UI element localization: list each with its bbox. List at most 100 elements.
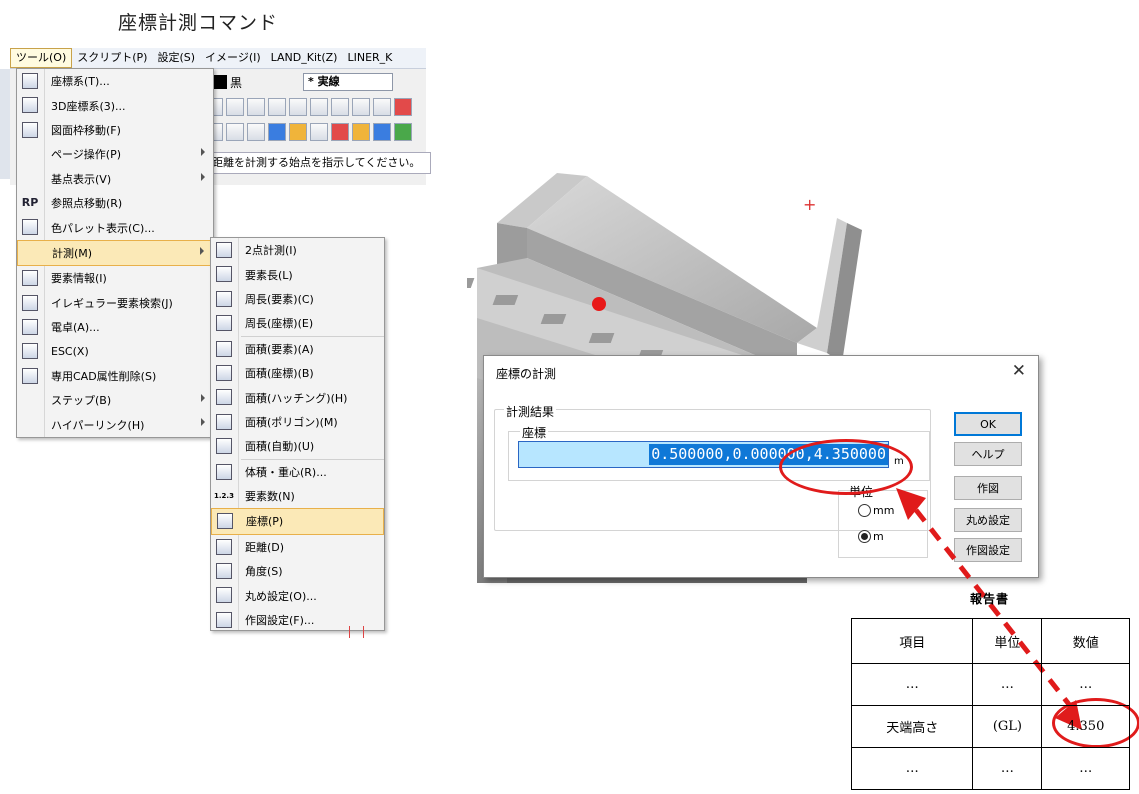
tool-button-18[interactable] [352,123,370,141]
menu-item-label: 電卓(A)... [51,321,100,335]
menu-item[interactable]: 周長(座標)(E) [211,311,384,335]
menu-item[interactable]: RP 参照点移動(R) [17,191,213,215]
tool-button-16[interactable] [310,123,328,141]
menu-item[interactable]: 角度(S) [211,559,384,583]
menu-item[interactable]: 面積(ハッチング)(H) [211,385,384,409]
coordinate-icon [217,513,233,530]
crosshair-marker: + [803,195,817,214]
tool-button-8[interactable] [352,98,370,116]
volume-icon [216,463,232,480]
menu-item[interactable]: ESC(X) [17,339,213,363]
tool-button-4[interactable] [268,98,286,116]
menu-item[interactable]: 座標(P) [211,508,384,535]
header-value: 数値 [1041,618,1130,664]
help-button[interactable]: ヘルプ [954,442,1022,466]
radio-m[interactable] [858,530,871,543]
linetype-combo[interactable]: * 実線 [303,73,393,91]
menu-item[interactable]: 体積・重心(R)... [211,460,384,484]
submenu-arrow-icon [201,148,205,157]
header-item: 項目 [850,618,974,664]
header-unit: 単位 [972,618,1043,664]
menu-item[interactable]: ページ操作(P) [17,142,213,166]
tool-button-9[interactable] [373,98,391,116]
area-hatch-icon [216,389,232,406]
cell-unit: … [972,747,1043,790]
tool-button-10[interactable] [394,98,412,116]
menu-item-label: 参照点移動(R) [51,197,123,211]
perimeter-icon [216,290,232,307]
ok-button[interactable]: OK [954,412,1022,436]
menu-item[interactable]: 1.2.3 要素数(N) [211,484,384,508]
menu-item-label: 体積・重心(R)... [245,465,327,479]
cursor-mark [349,626,350,638]
tool-button-7[interactable] [331,98,349,116]
menu-item-label: 作図設定(F)... [245,614,315,628]
submenu-arrow-icon [201,172,205,181]
menu-item[interactable]: 作図設定(F)... [211,608,384,632]
tool-button-15[interactable] [289,123,307,141]
menu-item[interactable]: 座標系(T)... [17,69,213,93]
tool-button-20[interactable] [394,123,412,141]
menu-item-label: 基点表示(V) [51,172,112,186]
tool-button-2[interactable] [226,98,244,116]
menu-item-label: 専用CAD属性削除(S) [51,369,157,383]
menu-item-label: ハイパーリンク(H) [51,418,145,432]
close-icon[interactable]: ✕ [1012,361,1026,381]
palette-icon [22,219,38,236]
menu-item[interactable]: 計測(M) [17,239,213,267]
info-icon [22,270,38,287]
tool-button-13[interactable] [247,123,265,141]
count-icon: 1.2.3 [214,491,234,500]
radio-mm[interactable] [858,504,871,517]
rp-icon: RP [21,196,39,210]
menu-item[interactable]: ハイパーリンク(H) [17,412,213,436]
tool-button-12[interactable] [226,123,244,141]
tool-button-6[interactable] [310,98,328,116]
perimeter-coord-icon [216,315,232,332]
menu-item[interactable]: 2点計測(I) [211,238,384,262]
tool-button-14[interactable] [268,123,286,141]
tool-button-3[interactable] [247,98,265,116]
menu-land-kit[interactable]: LAND_Kit(Z) [266,49,343,67]
tool-button-19[interactable] [373,123,391,141]
menu-liner-kit[interactable]: LINER_K [342,49,397,67]
menu-item[interactable]: 図面枠移動(F) [17,118,213,142]
menu-item[interactable]: 専用CAD属性削除(S) [17,364,213,388]
color-label: 黒 [230,75,243,90]
menu-item[interactable]: 周長(要素)(C) [211,287,384,311]
length-icon [216,266,232,283]
menu-item-label: 図面枠移動(F) [51,123,121,137]
axes3d-icon [22,97,38,114]
menu-script[interactable]: スクリプト(P) [72,49,152,67]
menu-item-label: 丸め設定(O)... [245,589,317,603]
frame-icon [22,121,38,138]
menu-item[interactable]: 色パレット表示(C)... [17,215,213,239]
menu-item[interactable]: 面積(座標)(B) [211,361,384,385]
tools-menu: 座標系(T)... 3D座標系(3)... 図面枠移動(F) ページ操作(P) 基点表示… [16,68,214,438]
submenu-arrow-icon [201,418,205,427]
menu-image[interactable]: イメージ(I) [200,49,266,67]
menu-item[interactable]: 面積(ポリゴン)(M) [211,410,384,434]
table-row: … … … [850,747,1130,790]
menu-item[interactable]: ステップ(B) [17,388,213,412]
menu-item[interactable]: 面積(自動)(U) [211,434,384,458]
menu-item[interactable]: 電卓(A)... [17,315,213,339]
menu-item[interactable]: 3D座標系(3)... [17,93,213,117]
tool-button-5[interactable] [289,98,307,116]
menu-item[interactable]: 距離(D) [211,535,384,559]
menu-item-label: 面積(座標)(B) [245,367,314,381]
draw-settings-icon [216,611,232,628]
tool-button-17[interactable] [331,123,349,141]
distance-icon [216,538,232,555]
menu-item[interactable]: 面積(要素)(A) [211,337,384,361]
menu-item-label: 角度(S) [245,565,283,579]
menu-item-label: 距離(D) [245,540,285,554]
menu-settings[interactable]: 設定(S) [152,49,200,67]
menu-item[interactable]: 基点表示(V) [17,167,213,191]
menu-item[interactable]: 丸め設定(O)... [211,583,384,607]
menu-item[interactable]: 要素長(L) [211,262,384,286]
menu-item[interactable]: 要素情報(I) [17,266,213,290]
cell-unit: (GL) [972,705,1043,748]
menu-item[interactable]: イレギュラー要素検索(J) [17,291,213,315]
menu-tools[interactable]: ツール(O) [10,48,73,68]
